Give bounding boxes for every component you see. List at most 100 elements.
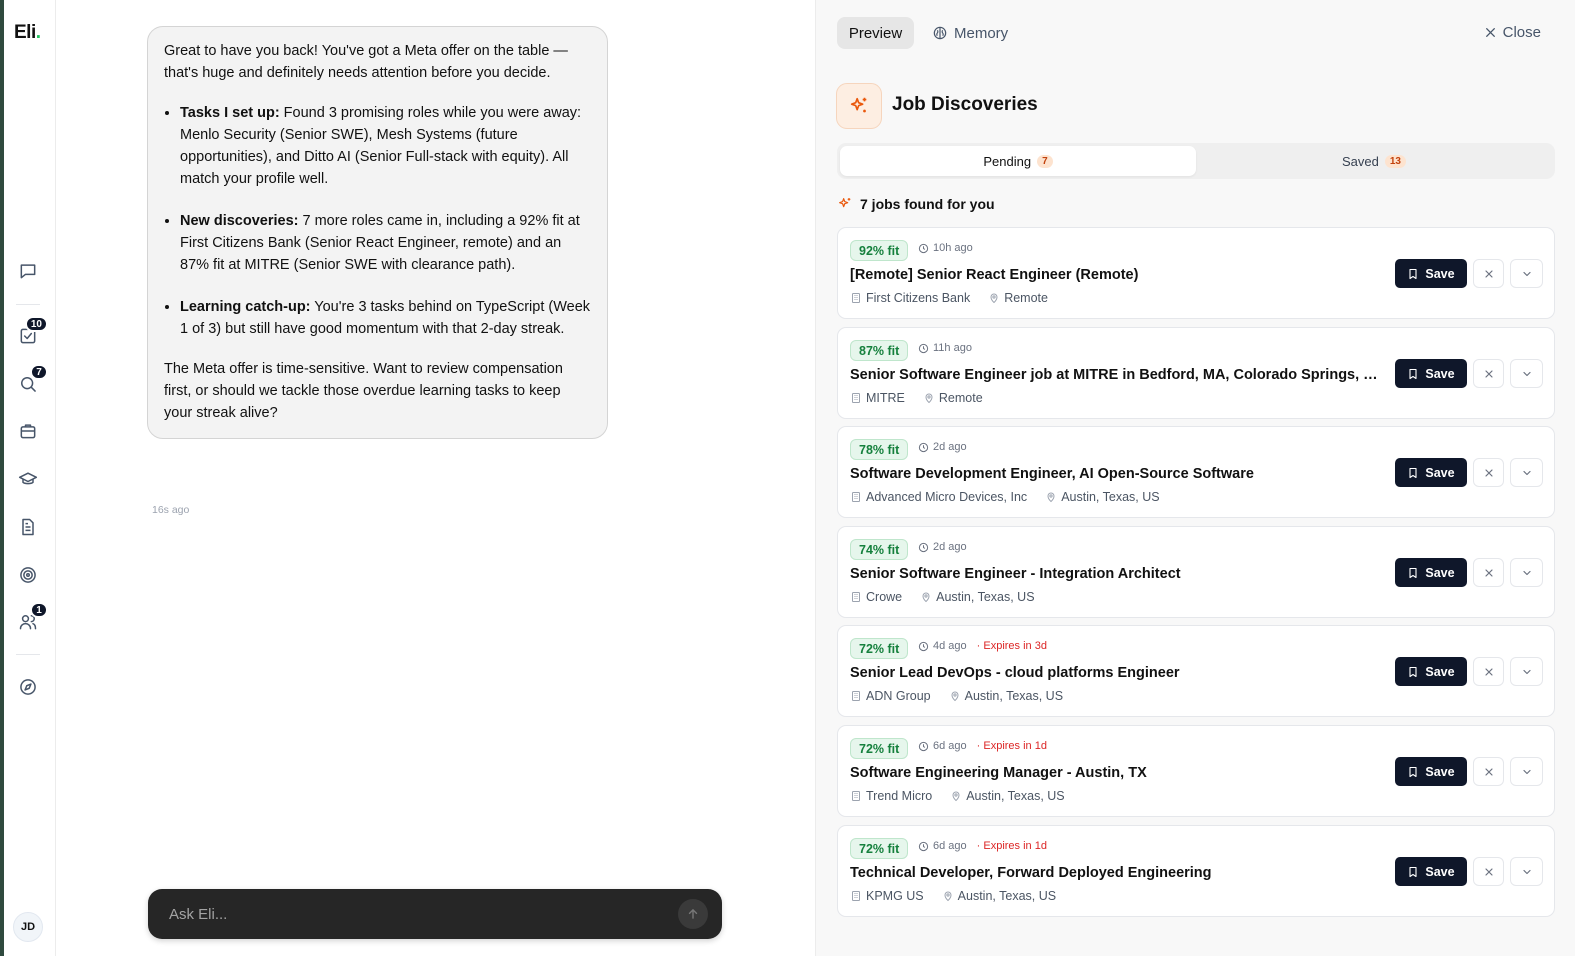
- job-title[interactable]: Software Development Engineer, AI Open-S…: [850, 466, 1385, 482]
- job-title[interactable]: Senior Lead DevOps - cloud platforms Eng…: [850, 665, 1385, 681]
- job-card[interactable]: 72% fit 4d ago · Expires in 3d Senior Lead …: [837, 625, 1555, 717]
- save-button[interactable]: Save: [1395, 359, 1467, 388]
- document-icon[interactable]: [16, 515, 40, 539]
- app-logo[interactable]: Eli.: [14, 22, 41, 44]
- fit-badge: 87% fit: [850, 340, 909, 361]
- job-card[interactable]: 74% fit 2d ago Senior Software Engineer - …: [837, 526, 1555, 618]
- fit-badge: 72% fit: [850, 838, 909, 859]
- save-button[interactable]: Save: [1395, 857, 1467, 886]
- dismiss-button[interactable]: [1473, 359, 1504, 388]
- expires-text: · Expires in 3d: [976, 640, 1047, 652]
- close-icon: [1483, 368, 1495, 380]
- save-label: Save: [1425, 366, 1455, 381]
- bullet-discoveries: New discoveries: 7 more roles came in, i…: [180, 210, 591, 276]
- clock-icon: [918, 841, 929, 852]
- close-icon: [1483, 467, 1495, 479]
- job-title[interactable]: [Remote] Senior React Engineer (Remote): [850, 267, 1385, 283]
- fit-badge: 74% fit: [850, 539, 909, 560]
- search-badge: 7: [30, 364, 48, 380]
- tab-saved-label: Saved: [1342, 153, 1379, 169]
- tab-pending-label: Pending: [983, 153, 1032, 169]
- bookmark-icon: [1407, 467, 1419, 479]
- job-card[interactable]: 78% fit 2d ago Software Development Engine…: [837, 426, 1555, 518]
- compass-icon[interactable]: [16, 675, 40, 699]
- job-subline: KPMG US Austin, Texas, US: [850, 889, 1056, 903]
- user-avatar[interactable]: JD: [13, 912, 43, 942]
- posted-time: 6d ago · Expires in 1d: [918, 740, 1047, 752]
- tasks-icon[interactable]: 10: [16, 316, 48, 348]
- building-icon: [850, 890, 862, 902]
- tab-saved[interactable]: Saved 13: [1196, 146, 1552, 176]
- people-icon[interactable]: 1: [16, 602, 48, 634]
- dismiss-button[interactable]: [1473, 458, 1504, 487]
- building-icon: [850, 292, 862, 304]
- tab-pending[interactable]: Pending 7: [840, 146, 1196, 176]
- save-button[interactable]: Save: [1395, 458, 1467, 487]
- bookmark-icon: [1407, 268, 1419, 280]
- job-card[interactable]: 87% fit 11h ago Senior Software Engineer j…: [837, 327, 1555, 419]
- job-location: Austin, Texas, US: [966, 789, 1065, 803]
- close-icon: [1485, 28, 1495, 37]
- company-name: ADN Group: [866, 689, 931, 703]
- fit-badge: 78% fit: [850, 439, 909, 460]
- jobs-found-heading: 7 jobs found for you: [837, 196, 995, 212]
- dismiss-button[interactable]: [1473, 657, 1504, 686]
- message-timestamp: 16s ago: [152, 504, 190, 516]
- target-icon[interactable]: [16, 563, 40, 587]
- expand-button[interactable]: [1510, 558, 1543, 587]
- expand-button[interactable]: [1510, 757, 1543, 786]
- dismiss-button[interactable]: [1473, 757, 1504, 786]
- save-button[interactable]: Save: [1395, 259, 1467, 288]
- message-bullets: Tasks I set up: Found 3 promising roles …: [164, 102, 591, 340]
- expand-button[interactable]: [1510, 259, 1543, 288]
- chevron-down-icon: [1521, 866, 1533, 878]
- job-card[interactable]: 72% fit 6d ago · Expires in 1d Software Eng…: [837, 725, 1555, 817]
- search-icon[interactable]: 7: [16, 364, 48, 396]
- clock-icon: [918, 343, 929, 354]
- pending-count-badge: 7: [1037, 154, 1053, 168]
- save-label: Save: [1425, 764, 1455, 779]
- chevron-down-icon: [1521, 467, 1533, 479]
- map-pin-icon: [923, 392, 935, 404]
- chevron-down-icon: [1521, 666, 1533, 678]
- bookmark-icon: [1407, 567, 1419, 579]
- dismiss-button[interactable]: [1473, 857, 1504, 886]
- posted-time-text: 10h ago: [933, 242, 973, 254]
- fit-badge: 72% fit: [850, 638, 909, 659]
- rail-divider: [16, 304, 40, 305]
- company-name: First Citizens Bank: [866, 291, 971, 305]
- expand-button[interactable]: [1510, 657, 1543, 686]
- close-button[interactable]: Close: [1484, 24, 1541, 41]
- expand-button[interactable]: [1510, 458, 1543, 487]
- dismiss-button[interactable]: [1473, 259, 1504, 288]
- posted-time-text: 2d ago: [933, 441, 967, 453]
- save-button[interactable]: Save: [1395, 757, 1467, 786]
- jobs-found-text: 7 jobs found for you: [860, 196, 995, 212]
- job-title[interactable]: Technical Developer, Forward Deployed En…: [850, 865, 1385, 881]
- tab-preview[interactable]: Preview: [837, 17, 914, 49]
- job-title[interactable]: Senior Software Engineer job at MITRE in…: [850, 367, 1385, 383]
- tab-memory[interactable]: Memory: [932, 17, 1008, 49]
- job-card[interactable]: 92% fit 10h ago [Remote] Senior React Engi…: [837, 227, 1555, 319]
- building-icon: [850, 790, 862, 802]
- expand-button[interactable]: [1510, 359, 1543, 388]
- send-button[interactable]: [678, 899, 708, 929]
- chat-input[interactable]: [169, 905, 678, 923]
- building-icon: [850, 690, 862, 702]
- briefcase-icon[interactable]: [16, 419, 40, 443]
- expand-button[interactable]: [1510, 857, 1543, 886]
- save-button[interactable]: Save: [1395, 657, 1467, 686]
- job-title[interactable]: Senior Software Engineer - Integration A…: [850, 566, 1385, 582]
- save-button[interactable]: Save: [1395, 558, 1467, 587]
- dismiss-button[interactable]: [1473, 558, 1504, 587]
- job-title[interactable]: Software Engineering Manager - Austin, T…: [850, 765, 1385, 781]
- company-name: Trend Micro: [866, 789, 933, 803]
- job-card[interactable]: 72% fit 6d ago · Expires in 1d Technical De…: [837, 825, 1555, 917]
- close-icon: [1483, 766, 1495, 778]
- building-icon: [850, 491, 862, 503]
- posted-time-text: 2d ago: [933, 541, 967, 553]
- graduation-cap-icon[interactable]: [16, 467, 40, 491]
- chat-icon[interactable]: [16, 259, 40, 283]
- people-badge: 1: [30, 602, 48, 618]
- chevron-down-icon: [1521, 567, 1533, 579]
